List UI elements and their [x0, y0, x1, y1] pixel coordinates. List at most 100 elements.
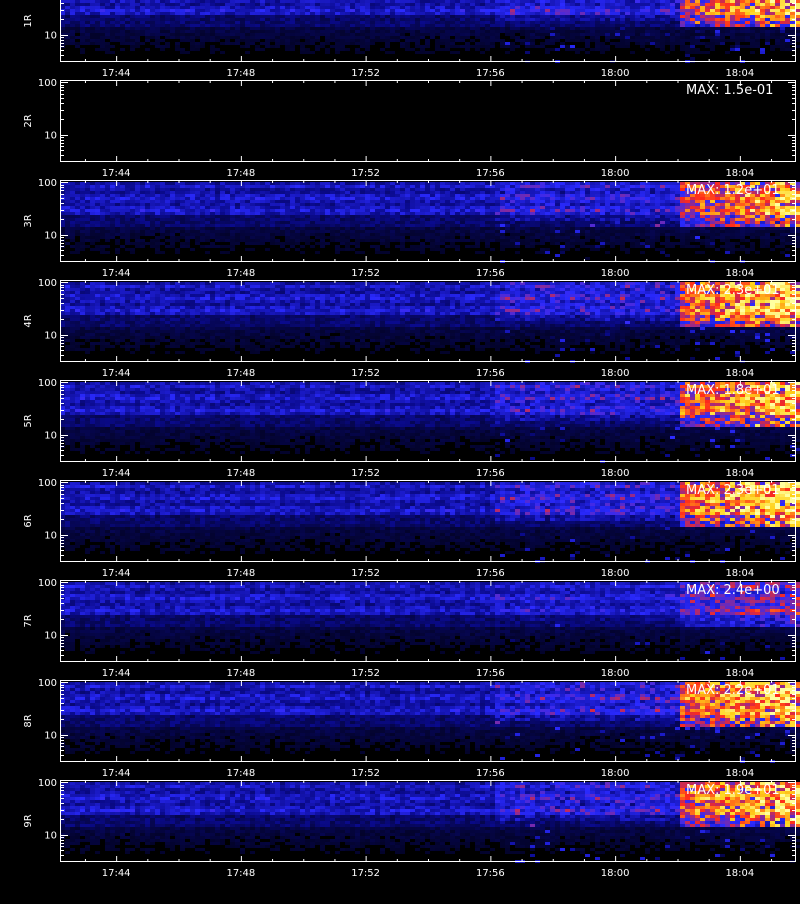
heatmap-cell [360, 200, 365, 203]
heatmap-cell [360, 33, 365, 36]
heatmap-cell [260, 33, 265, 36]
heatmap-cell [520, 200, 525, 203]
heatmap-cell [395, 206, 400, 209]
heatmap-cell [770, 15, 775, 18]
heatmap-cell [465, 9, 470, 12]
heatmap-cell [420, 197, 425, 200]
heatmap-cell [135, 212, 140, 215]
heatmap-cell [560, 36, 565, 39]
heatmap-cell [605, 12, 610, 15]
heatmap-cell [740, 24, 745, 27]
heatmap-cell [345, 15, 350, 18]
heatmap-cell [515, 9, 520, 12]
heatmap-cell [780, 3, 785, 6]
heatmap-cell [130, 209, 135, 212]
heatmap-cell [390, 9, 395, 12]
heatmap-cell [640, 206, 645, 209]
heatmap-cell [585, 194, 590, 197]
heatmap-cell [420, 188, 425, 191]
heatmap-cell [215, 188, 220, 191]
heatmap-cell [185, 203, 190, 206]
heatmap-cell [510, 185, 515, 188]
heatmap-cell [520, 42, 525, 45]
heatmap-cell [645, 188, 650, 191]
heatmap-cell [345, 33, 350, 36]
heatmap-cell [670, 9, 675, 12]
heatmap-cell [315, 18, 320, 21]
heatmap-cell [175, 21, 180, 24]
heatmap-cell [505, 33, 510, 36]
heatmap-cell [95, 209, 100, 212]
heatmap-cell [75, 185, 80, 188]
heatmap-cell [580, 203, 585, 206]
heatmap-cell [750, 27, 755, 30]
x-tick-label: 17:56 [476, 68, 505, 79]
heatmap-cell [95, 15, 100, 18]
heatmap-cell [385, 42, 390, 45]
heatmap-cell [110, 203, 115, 206]
heatmap-cell [285, 48, 290, 51]
heatmap-cell [325, 197, 330, 200]
heatmap-cell [175, 12, 180, 15]
heatmap-cell [265, 203, 270, 206]
heatmap-cell [590, 182, 595, 185]
heatmap-cell [680, 27, 685, 30]
heatmap-cell [660, 15, 665, 18]
heatmap-cell [255, 48, 260, 51]
heatmap-cell [210, 212, 215, 215]
heatmap-cell [135, 209, 140, 212]
heatmap-cell [425, 197, 430, 200]
heatmap-cell [505, 209, 510, 212]
heatmap-cell [250, 21, 255, 24]
heatmap-cell [580, 206, 585, 209]
heatmap-cell [475, 203, 480, 206]
heatmap-cell [75, 15, 80, 18]
heatmap-cell [70, 212, 75, 215]
heatmap-cell [415, 185, 420, 188]
heatmap-cell [80, 185, 85, 188]
heatmap-cell [255, 182, 260, 185]
heatmap-cell [405, 3, 410, 6]
heatmap-cell [245, 212, 250, 215]
heatmap-cell [585, 30, 590, 33]
heatmap-cell [450, 51, 455, 54]
heatmap-cell [220, 27, 225, 30]
heatmap-cell [240, 194, 245, 197]
heatmap-cell [535, 21, 540, 24]
heatmap-cell [585, 203, 590, 206]
heatmap-cell [195, 194, 200, 197]
heatmap-cell [315, 21, 320, 24]
heatmap-cell [650, 6, 655, 9]
heatmap-cell [270, 200, 275, 203]
heatmap-cell [335, 18, 340, 21]
heatmap-cell [310, 3, 315, 6]
heatmap-cell [230, 185, 235, 188]
heatmap-cell [380, 194, 385, 197]
heatmap-cell [235, 18, 240, 21]
heatmap-cell [430, 21, 435, 24]
heatmap-cell [405, 197, 410, 200]
heatmap-cell [330, 188, 335, 191]
heatmap-cell [110, 24, 115, 27]
heatmap-cell [260, 209, 265, 212]
heatmap-cell [465, 30, 470, 33]
heatmap-cell [375, 197, 380, 200]
heatmap-cell [110, 27, 115, 30]
heatmap-cell [560, 200, 565, 203]
heatmap-cell [435, 212, 440, 215]
heatmap-cell [225, 3, 230, 6]
heatmap-cell [620, 206, 625, 209]
heatmap-cell [155, 36, 160, 39]
heatmap-cell [780, 188, 785, 191]
heatmap-cell [245, 191, 250, 194]
heatmap-cell [460, 185, 465, 188]
heatmap-cell [320, 182, 325, 185]
heatmap-cell [605, 3, 610, 6]
heatmap-cell [100, 194, 105, 197]
heatmap-cell [565, 194, 570, 197]
heatmap-cell [705, 51, 710, 54]
heatmap-cell [350, 212, 355, 215]
heatmap-cell [685, 206, 690, 209]
heatmap-cell [435, 0, 440, 3]
heatmap-cell [455, 209, 460, 212]
